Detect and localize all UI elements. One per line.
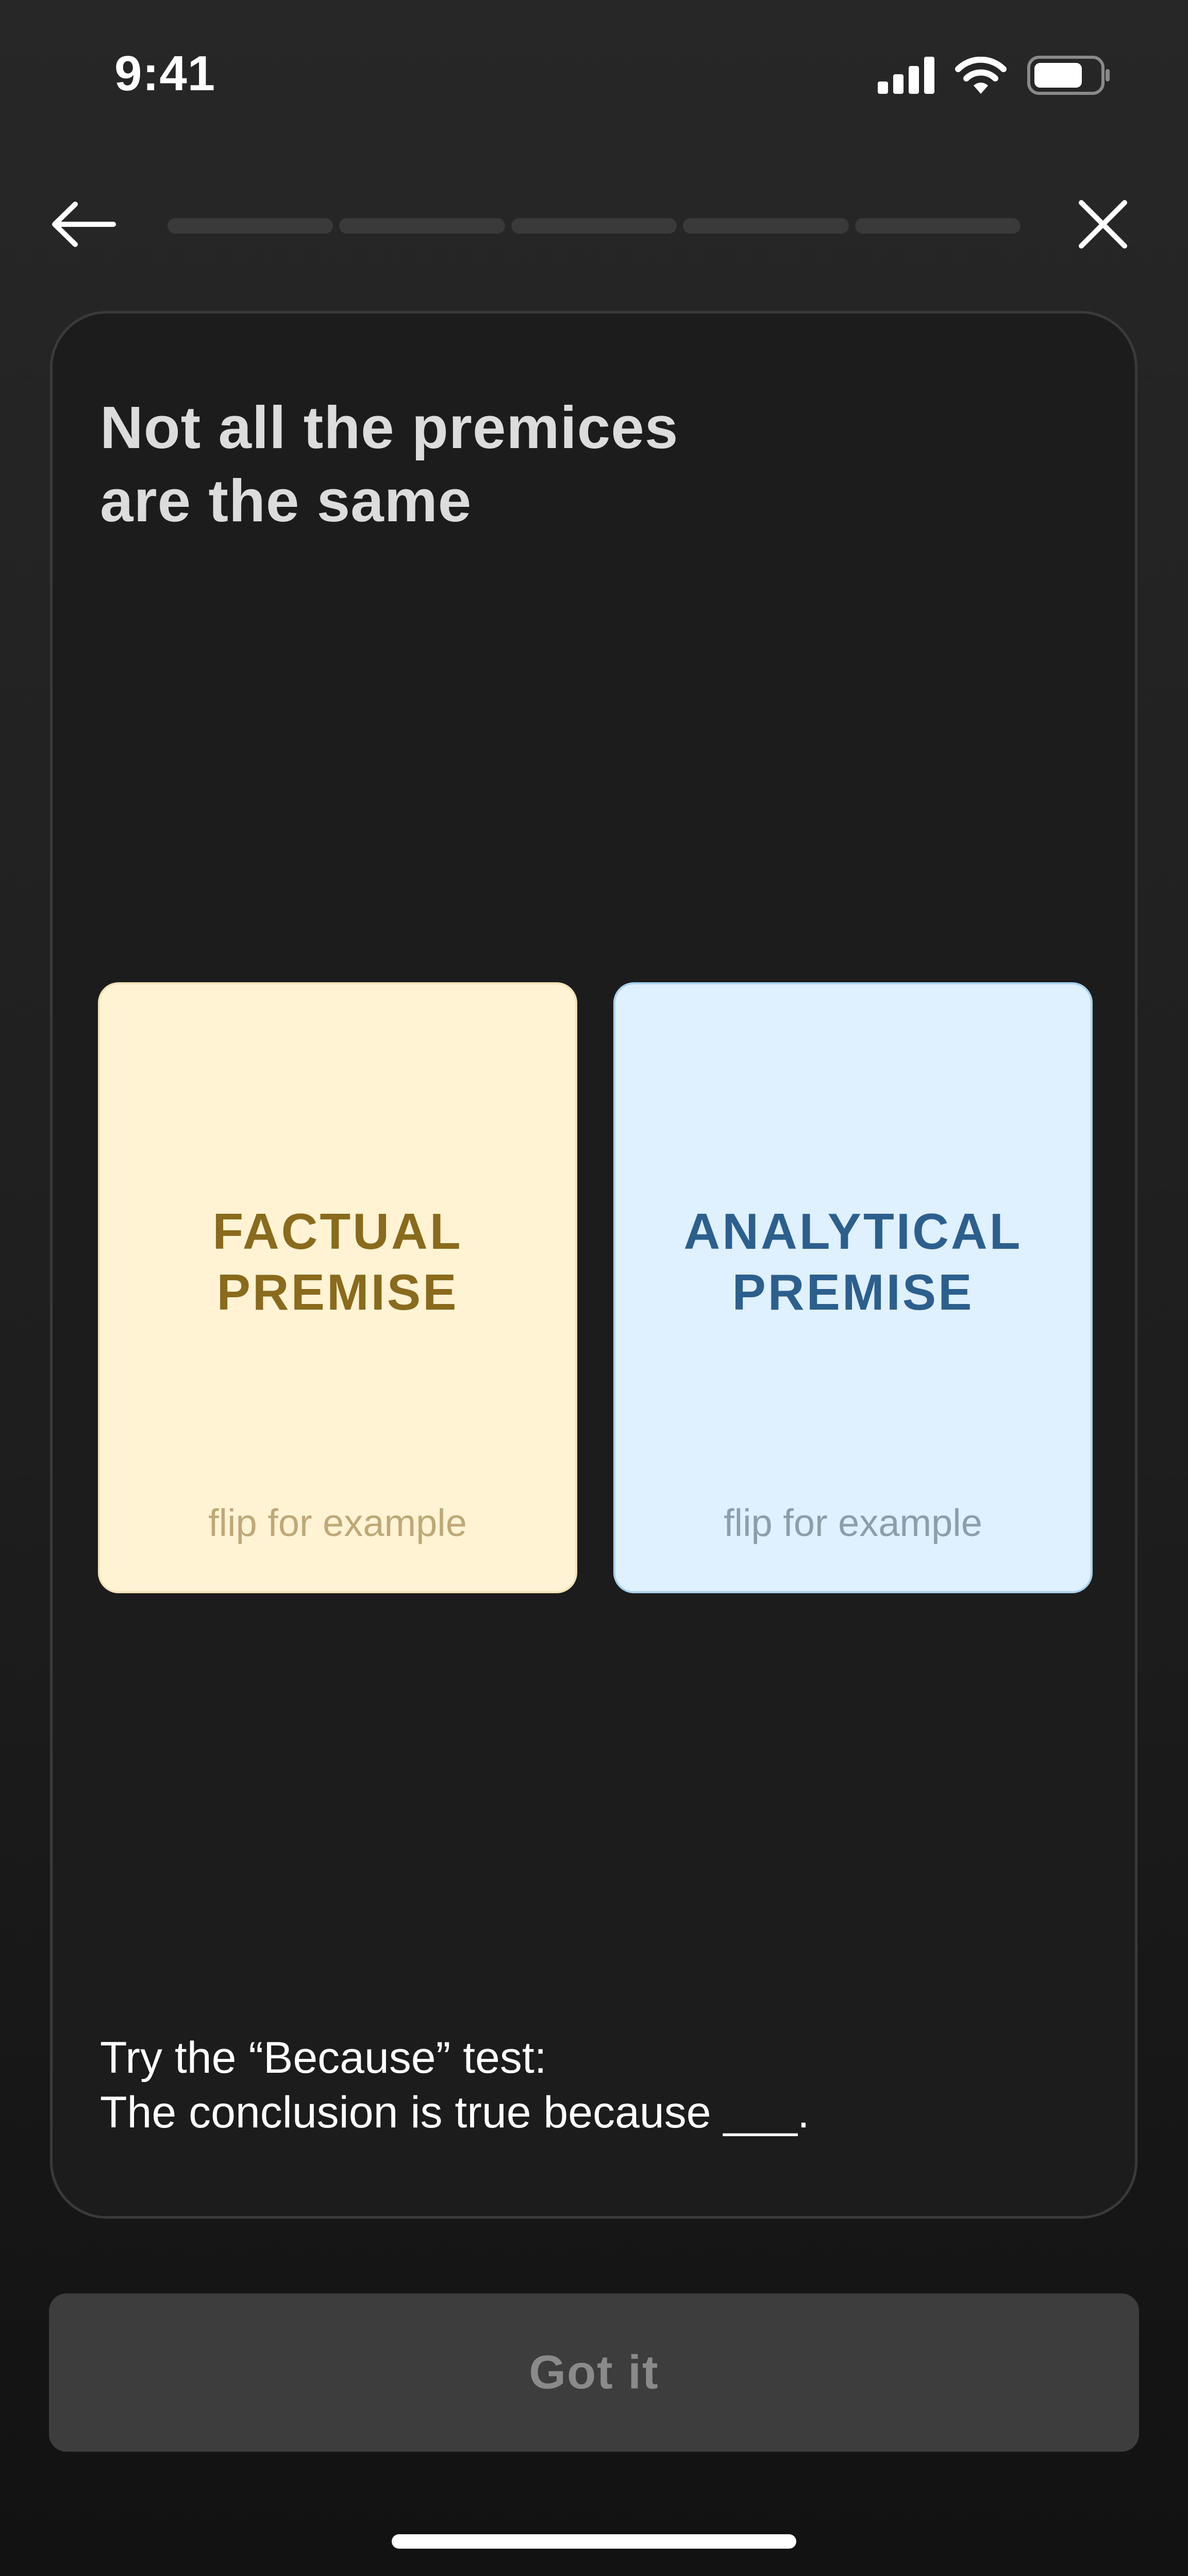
factual-premise-card[interactable]: FACTUAL PREMISE flip for example [98, 982, 577, 1593]
lesson-title-line1: Not all the premices [100, 394, 679, 461]
analytical-label-line1: ANALYTICAL [683, 1203, 1023, 1260]
lesson-title-line2: are the same [100, 467, 472, 534]
arrow-left-icon [52, 202, 116, 247]
analytical-label-line2: PREMISE [732, 1264, 974, 1320]
battery-icon [1027, 56, 1110, 95]
lesson-card: Not all the premices are the same FACTUA… [50, 311, 1137, 2219]
because-test-line1: Try the “Because” test: [100, 2033, 547, 2083]
close-button[interactable] [1075, 196, 1131, 253]
analytical-premise-label: ANALYTICAL PREMISE [615, 1201, 1091, 1323]
close-icon [1079, 200, 1127, 249]
progress-segment [511, 218, 677, 234]
progress-segment [683, 218, 849, 234]
lesson-screen: 9:41 Not all the premices are the same F… [0, 0, 1188, 2576]
because-test-line2: The conclusion is true because ___. [100, 2088, 810, 2137]
because-test-hint: Try the “Because” test: The conclusion i… [100, 2030, 1079, 2140]
status-icons [878, 56, 1111, 95]
factual-flip-hint: flip for example [208, 1501, 467, 1544]
status-time: 9:41 [114, 46, 216, 101]
factual-premise-label: FACTUAL PREMISE [100, 1201, 575, 1323]
progress-segment [855, 218, 1021, 234]
progress-bar [168, 218, 1021, 234]
analytical-premise-card[interactable]: ANALYTICAL PREMISE flip for example [613, 982, 1093, 1593]
wifi-icon [955, 57, 1007, 94]
factual-label-line1: FACTUAL [212, 1203, 463, 1260]
got-it-button[interactable]: Got it [49, 2293, 1139, 2452]
back-button[interactable] [49, 196, 119, 253]
progress-segment [168, 218, 333, 234]
progress-segment [339, 218, 505, 234]
signal-icon [878, 57, 934, 94]
analytical-flip-hint: flip for example [724, 1501, 982, 1544]
home-indicator[interactable] [392, 2534, 796, 2549]
lesson-title: Not all the premices are the same [100, 391, 873, 537]
factual-label-line2: PREMISE [216, 1264, 459, 1320]
